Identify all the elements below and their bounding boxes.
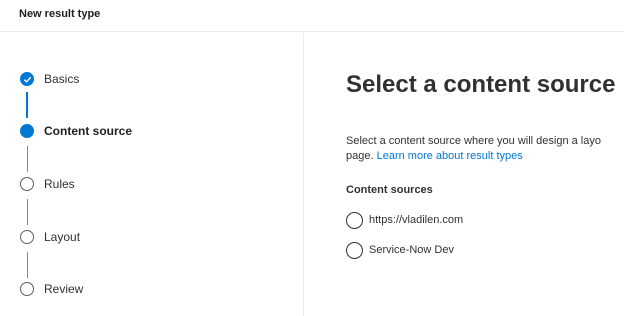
- checkmark-circle-icon: [20, 72, 34, 86]
- option-label: Service-Now Dev: [369, 244, 454, 256]
- description: Select a content source where you will d…: [346, 134, 624, 164]
- panel-title: New result type: [19, 8, 101, 20]
- description-text: page.: [346, 150, 377, 162]
- option-label: https://vladilen.com: [369, 214, 464, 226]
- step-connector: [26, 92, 28, 118]
- empty-circle-icon: [20, 282, 34, 296]
- radio-button[interactable]: [346, 212, 363, 229]
- empty-circle-icon: [20, 230, 34, 244]
- step-connector: [27, 199, 28, 225]
- step-label: Review: [44, 282, 84, 296]
- empty-circle-icon: [20, 177, 34, 191]
- description-text: Select a content source where you will d…: [346, 135, 601, 147]
- radio-button[interactable]: [346, 242, 363, 259]
- current-step-icon: [20, 124, 34, 138]
- learn-more-link[interactable]: Learn more about result types: [377, 150, 523, 162]
- panel-header: New result type: [0, 0, 624, 32]
- wizard-steps: Basics Content source Rules Layout Revie…: [0, 33, 304, 316]
- step-label: Basics: [44, 72, 80, 86]
- step-connector: [27, 252, 28, 278]
- step-label: Layout: [44, 230, 81, 244]
- main-content: Select a content source Select a content…: [305, 33, 624, 316]
- page-title: Select a content source: [346, 71, 616, 98]
- step-label: Content source: [44, 124, 133, 138]
- content-sources-label: Content sources: [346, 184, 433, 196]
- step-connector: [27, 146, 28, 172]
- step-label: Rules: [44, 177, 75, 191]
